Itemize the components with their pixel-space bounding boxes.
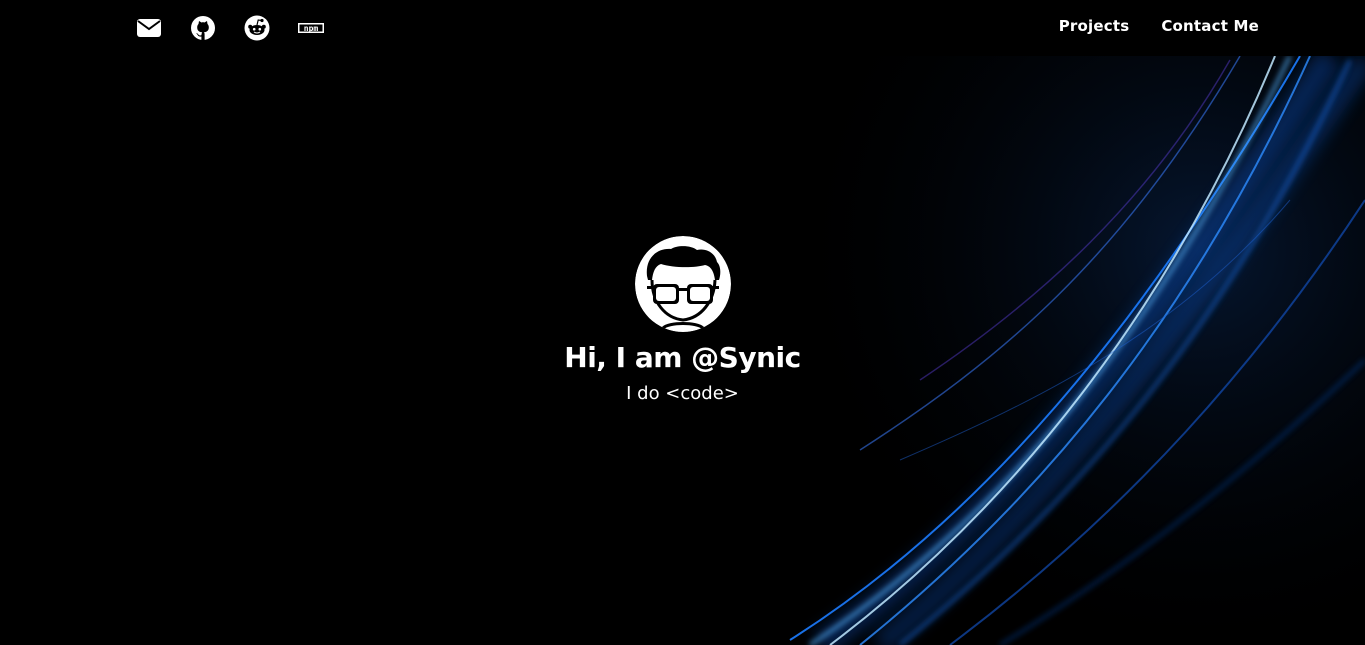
reddit-link[interactable] (244, 15, 270, 41)
hero-section: Hi, I am @Synic I do <code> (0, 236, 1365, 406)
top-navbar: npm Projects Contact Me (0, 0, 1365, 56)
npm-link[interactable]: npm (298, 15, 324, 41)
page: npm Projects Contact Me Hi, I am @Synic … (0, 0, 1365, 645)
npm-icon-text: npm (304, 24, 319, 33)
avatar (634, 236, 731, 332)
email-link[interactable] (136, 15, 162, 41)
nav-contact-me[interactable]: Contact Me (1161, 17, 1259, 35)
envelope-icon (137, 19, 161, 37)
main-nav: Projects Contact Me (1027, 17, 1259, 35)
github-icon (191, 16, 215, 40)
social-links: npm (136, 15, 352, 41)
npm-icon: npm (298, 23, 324, 33)
hero-subtitle: I do <code> (626, 383, 739, 404)
glasses-avatar-icon (634, 236, 731, 332)
reddit-icon (244, 15, 270, 41)
github-link[interactable] (190, 15, 216, 41)
hero-title: Hi, I am @Synic (564, 341, 801, 374)
nav-projects[interactable]: Projects (1059, 17, 1130, 35)
